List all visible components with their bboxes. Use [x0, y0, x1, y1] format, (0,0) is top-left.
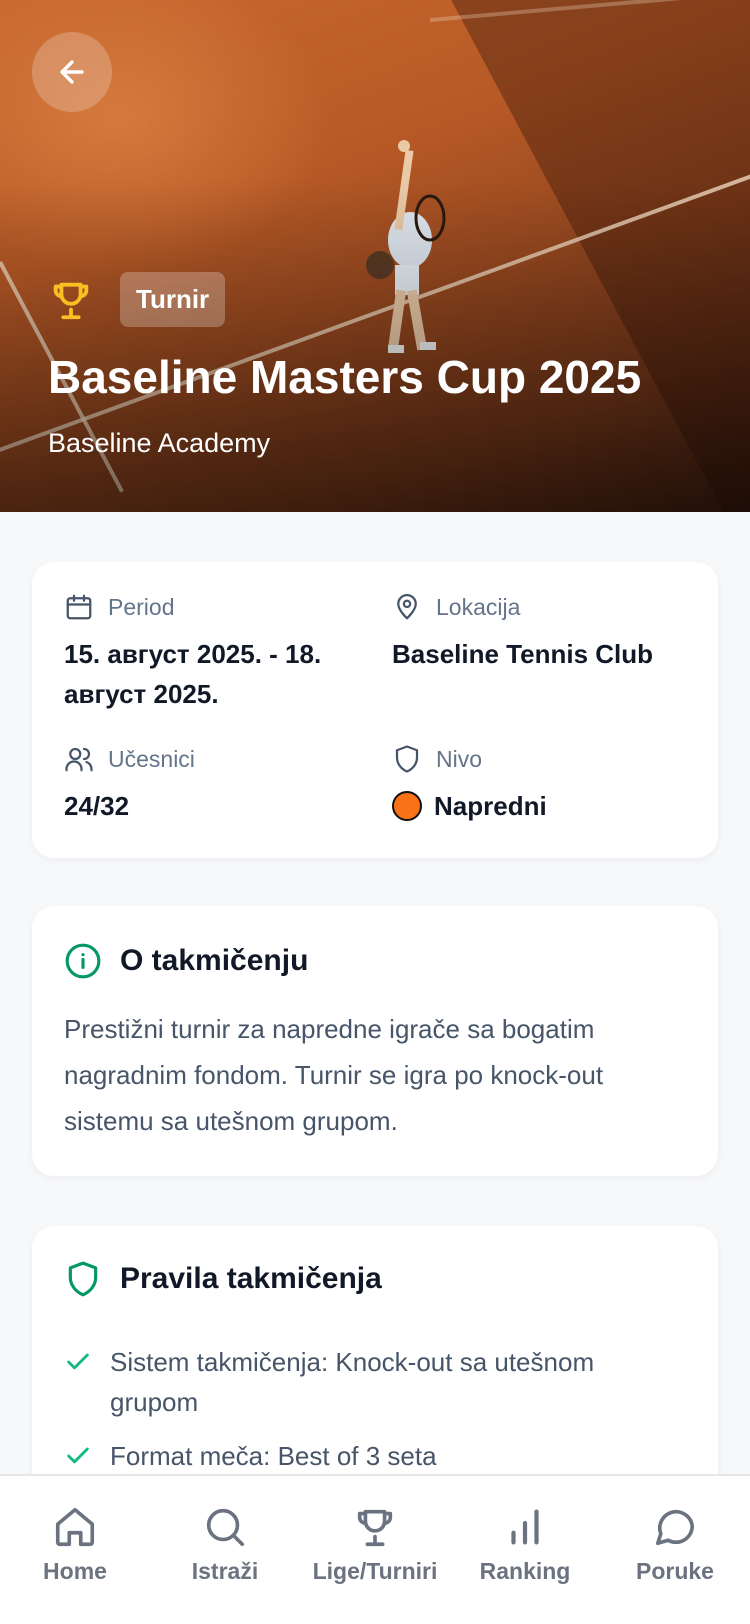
- type-badge: Turnir: [120, 272, 226, 327]
- about-card: O takmičenju Prestižni turnir za napredn…: [32, 906, 718, 1176]
- nav-item-leagues[interactable]: Lige/Turniri: [300, 1504, 450, 1624]
- rule-text: Sistem takmičenja: Knock-out sa utešnom …: [110, 1347, 595, 1417]
- level-item: Nivo Napredni: [392, 744, 692, 826]
- location-item: Lokacija Baseline Tennis Club: [392, 592, 692, 674]
- nav-item-ranking[interactable]: Ranking: [450, 1504, 600, 1624]
- participants-value: 24/32: [64, 791, 130, 821]
- about-title: O takmičenju: [120, 944, 309, 977]
- shield-icon: [68, 1261, 98, 1297]
- rule-item: Sistem takmičenja: Knock-out sa utešnom …: [64, 1342, 684, 1422]
- home-icon: [55, 1507, 95, 1547]
- calendar-icon: [66, 594, 92, 620]
- period-label: Period: [108, 593, 175, 620]
- trophy-icon: [357, 1509, 393, 1547]
- participants-label: Učesnici: [108, 745, 195, 772]
- participants-item: Učesnici 24/32: [64, 744, 364, 826]
- period-item: Period 15. август 2025. - 18. август 202…: [64, 592, 364, 714]
- details-card: Period 15. август 2025. - 18. август 202…: [32, 562, 718, 858]
- nav-label: Home: [43, 1558, 107, 1584]
- check-icon: [67, 1447, 89, 1464]
- back-button[interactable]: [32, 32, 112, 112]
- location-value: Baseline Tennis Club: [392, 639, 654, 669]
- rules-list: Sistem takmičenja: Knock-out sa utešnom …: [64, 1342, 684, 1490]
- check-icon: [67, 1353, 89, 1370]
- chat-icon: [655, 1509, 695, 1546]
- search-icon: [206, 1508, 245, 1547]
- info-icon: [65, 943, 101, 979]
- bottom-nav: Home Istraži Lige/Turniri Ranking Poruke: [0, 1474, 750, 1624]
- page-title: Baseline Masters Cup 2025: [48, 351, 642, 403]
- bar-chart-icon: [511, 1509, 539, 1545]
- organizer-name: Baseline Academy: [48, 428, 271, 458]
- map-pin-icon: [397, 594, 417, 620]
- nav-label: Istraži: [191, 1558, 259, 1584]
- nav-label: Lige/Turniri: [312, 1558, 438, 1584]
- arrow-left-icon: [60, 60, 84, 84]
- hero-meta: Turnir: [48, 272, 226, 327]
- nav-item-explore[interactable]: Istraži: [150, 1504, 300, 1624]
- nav-item-home[interactable]: Home: [0, 1504, 150, 1624]
- level-color-dot: [392, 791, 422, 822]
- nav-label: Ranking: [479, 1558, 571, 1584]
- shield-icon: [395, 745, 419, 773]
- rule-item: Format meča: Best of 3 seta: [64, 1436, 684, 1476]
- trophy-icon: [53, 282, 89, 319]
- location-label: Lokacija: [436, 593, 521, 620]
- about-text: Prestižni turnir za napredne igrače sa b…: [64, 1014, 604, 1136]
- level-text: Napredni: [434, 791, 547, 821]
- level-label: Nivo: [436, 745, 483, 772]
- period-value: 15. август 2025. - 18. август 2025.: [64, 639, 322, 709]
- nav-label: Poruke: [636, 1558, 714, 1584]
- level-value: Napredni: [392, 786, 692, 826]
- nav-item-messages[interactable]: Poruke: [600, 1504, 750, 1624]
- rules-title: Pravila takmičenja: [120, 1262, 382, 1295]
- rule-text: Format meča: Best of 3 seta: [110, 1441, 437, 1471]
- users-icon: [65, 747, 93, 772]
